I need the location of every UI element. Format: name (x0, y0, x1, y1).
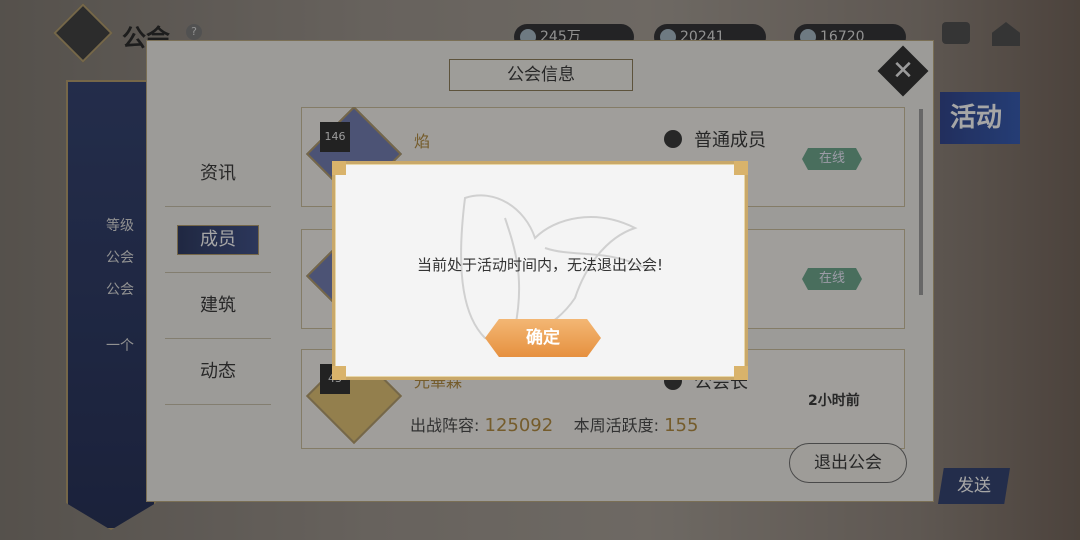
corner-ornament (332, 161, 346, 175)
corner-ornament (332, 366, 346, 380)
corner-ornament (734, 366, 748, 380)
dialog-message: 当前处于活动时间内，无法退出公会! (416, 256, 663, 274)
alert-dialog: 当前处于活动时间内，无法退出公会! 确定 (332, 161, 748, 380)
corner-ornament (734, 161, 748, 175)
confirm-button[interactable]: 确定 (485, 319, 601, 357)
